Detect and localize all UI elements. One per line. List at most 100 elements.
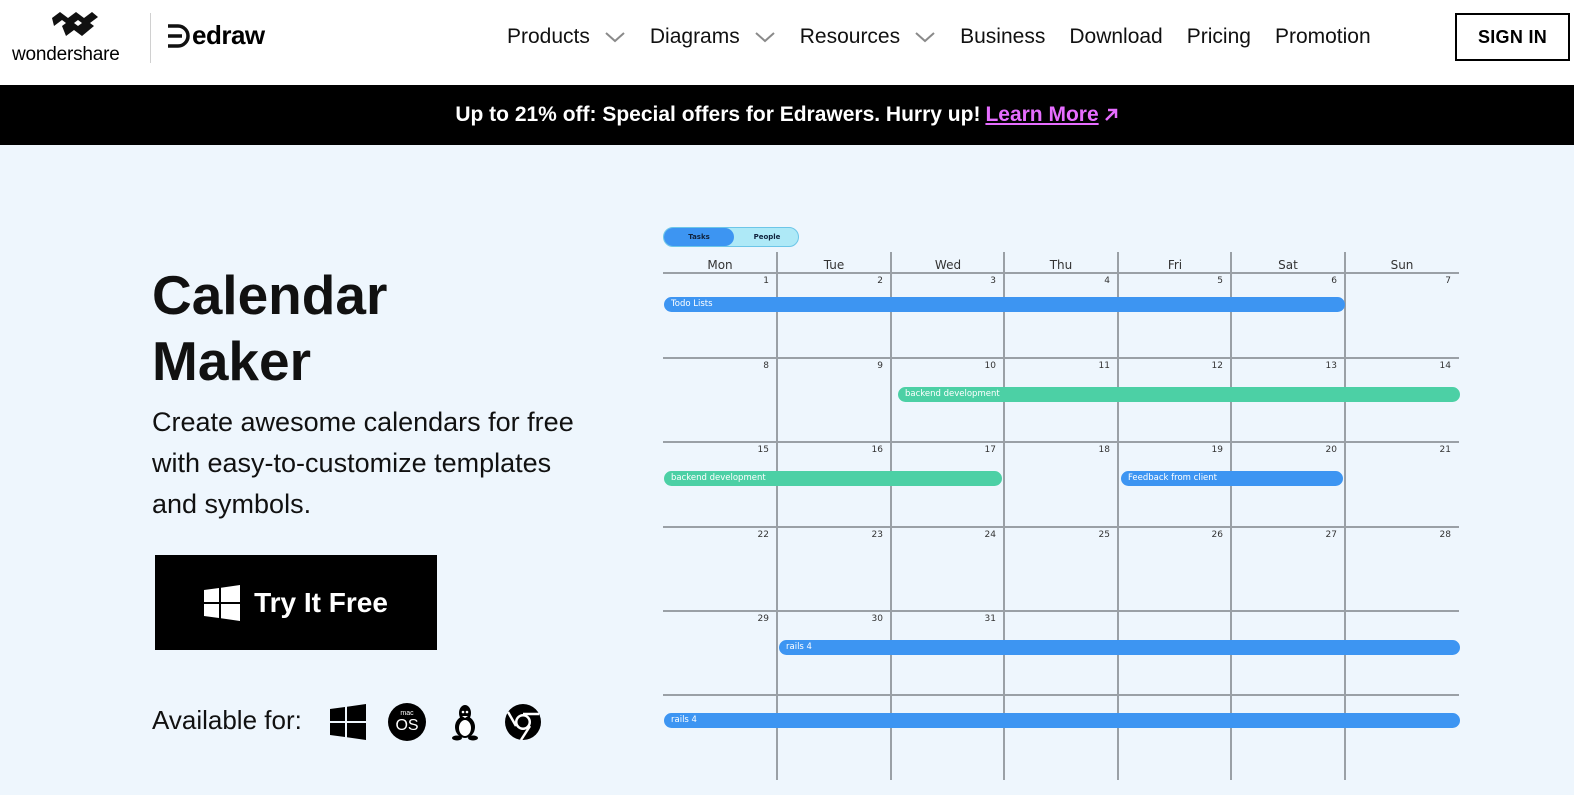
day-number: 18 <box>1098 445 1110 455</box>
day-number: 23 <box>871 530 883 540</box>
day-number: 17 <box>984 445 996 455</box>
wondershare-mark-icon <box>52 12 98 36</box>
calendar-event[interactable]: Todo Lists <box>664 297 1345 312</box>
nav-products-label: Products <box>507 25 590 48</box>
windows-icon <box>204 584 241 621</box>
day-number: 14 <box>1439 361 1451 371</box>
day-number: 6 <box>1331 276 1337 286</box>
day-number: 31 <box>984 614 996 624</box>
nav-diagrams[interactable]: Diagrams <box>650 25 776 49</box>
grid-row-line <box>663 526 1459 528</box>
day-number: 8 <box>763 361 769 371</box>
nav-promotion[interactable]: Promotion <box>1275 25 1371 49</box>
main-nav: Products Diagrams Resources Business Dow… <box>507 22 1395 52</box>
day-number: 29 <box>757 614 769 624</box>
linux-icon[interactable] <box>446 703 484 741</box>
grid-column-line <box>1344 252 1346 780</box>
calendar-event[interactable]: backend development <box>898 387 1460 402</box>
calendar-event[interactable]: rails 4 <box>779 640 1460 655</box>
wondershare-logo[interactable]: wondershare <box>12 12 136 66</box>
grid-row-line <box>663 357 1459 359</box>
macos-small-label: mac <box>400 710 414 717</box>
page-title-line1: Calendar <box>152 264 388 326</box>
day-number: 20 <box>1325 445 1337 455</box>
day-header: Sat <box>1278 258 1298 272</box>
try-it-free-label: Try It Free <box>254 586 388 618</box>
day-number: 19 <box>1211 445 1223 455</box>
macos-big-label: OS <box>395 717 419 734</box>
day-number: 24 <box>984 530 996 540</box>
hero-subtitle: Create awesome calendars for free with e… <box>152 407 574 519</box>
day-number: 13 <box>1325 361 1337 371</box>
chevron-down-icon <box>915 32 935 43</box>
available-for-label: Available for: <box>152 705 302 735</box>
macos-icon[interactable]: mac OS <box>388 703 426 741</box>
day-header: Fri <box>1167 258 1183 272</box>
day-number: 5 <box>1217 276 1223 286</box>
day-number: 3 <box>990 276 996 286</box>
promo-banner: Up to 21% off: Special offers for Edrawe… <box>0 85 1574 145</box>
day-number: 15 <box>757 445 769 455</box>
view-toggle[interactable]: Tasks People <box>663 227 799 247</box>
nav-resources[interactable]: Resources <box>800 25 936 49</box>
grid-column-line <box>776 252 778 780</box>
day-header: Wed <box>934 258 962 272</box>
day-number: 7 <box>1445 276 1451 286</box>
day-header: Tue <box>823 258 845 272</box>
day-header: Sun <box>1390 258 1414 272</box>
nav-business[interactable]: Business <box>960 25 1045 49</box>
promo-text: Up to 21% off: Special offers for Edrawe… <box>455 103 981 126</box>
site-header: wondershare edraw Products Diagrams Reso… <box>0 0 1574 85</box>
day-number: 26 <box>1211 530 1223 540</box>
logo-divider <box>150 13 151 63</box>
day-number: 9 <box>877 361 883 371</box>
try-it-free-button[interactable]: Try It Free <box>155 555 437 650</box>
nav-resources-label: Resources <box>799 25 901 48</box>
grid-row-line <box>663 441 1459 443</box>
edraw-text: edraw <box>192 20 265 50</box>
chrome-icon[interactable] <box>504 703 542 741</box>
day-number: 25 <box>1098 530 1110 540</box>
day-number: 22 <box>757 530 769 540</box>
learn-more-label: Learn More <box>985 103 1099 126</box>
chevron-down-icon <box>605 32 625 43</box>
day-number: 4 <box>1104 276 1110 286</box>
day-number: 1 <box>763 276 769 286</box>
day-number: 12 <box>1211 361 1223 371</box>
toggle-people[interactable]: People <box>736 228 798 246</box>
grid-row-line <box>663 272 1459 274</box>
sign-in-button[interactable]: SIGN IN <box>1455 13 1570 61</box>
day-header: Thu <box>1049 258 1073 272</box>
day-number: 30 <box>871 614 883 624</box>
arrow-up-right-icon <box>1104 108 1117 121</box>
day-number: 21 <box>1439 445 1451 455</box>
learn-more-link[interactable]: Learn More <box>985 103 1118 127</box>
nav-pricing[interactable]: Pricing <box>1187 25 1251 49</box>
day-header: Mon <box>707 258 733 272</box>
day-number: 28 <box>1439 530 1451 540</box>
day-number: 2 <box>877 276 883 286</box>
grid-column-line <box>1230 252 1232 780</box>
day-number: 16 <box>871 445 883 455</box>
calendar-event[interactable]: backend development <box>664 471 1002 486</box>
calendar-event[interactable]: rails 4 <box>664 713 1460 728</box>
toggle-tasks[interactable]: Tasks <box>664 228 734 246</box>
day-number: 11 <box>1098 361 1110 371</box>
edraw-mark-icon <box>168 24 190 48</box>
windows-icon[interactable] <box>329 703 367 741</box>
calendar-event[interactable]: Feedback from client <box>1121 471 1343 486</box>
edraw-logo[interactable]: edraw <box>166 20 276 52</box>
nav-products[interactable]: Products <box>507 25 626 49</box>
grid-column-line <box>1003 252 1005 780</box>
day-number: 27 <box>1325 530 1337 540</box>
chevron-down-icon <box>755 32 775 43</box>
nav-download[interactable]: Download <box>1069 25 1162 49</box>
page-title: Calendar Maker <box>152 262 387 394</box>
nav-diagrams-label: Diagrams <box>649 25 740 48</box>
grid-column-line <box>890 252 892 780</box>
calendar-preview: Tasks People Mon Tue Wed Thu Fri Sat Sun 1 2 3 4 5 6… <box>663 226 1463 782</box>
grid-row-line <box>663 610 1459 612</box>
day-number: 10 <box>984 361 996 371</box>
page-title-line2: Maker <box>152 330 311 392</box>
grid-row-line <box>663 694 1459 696</box>
